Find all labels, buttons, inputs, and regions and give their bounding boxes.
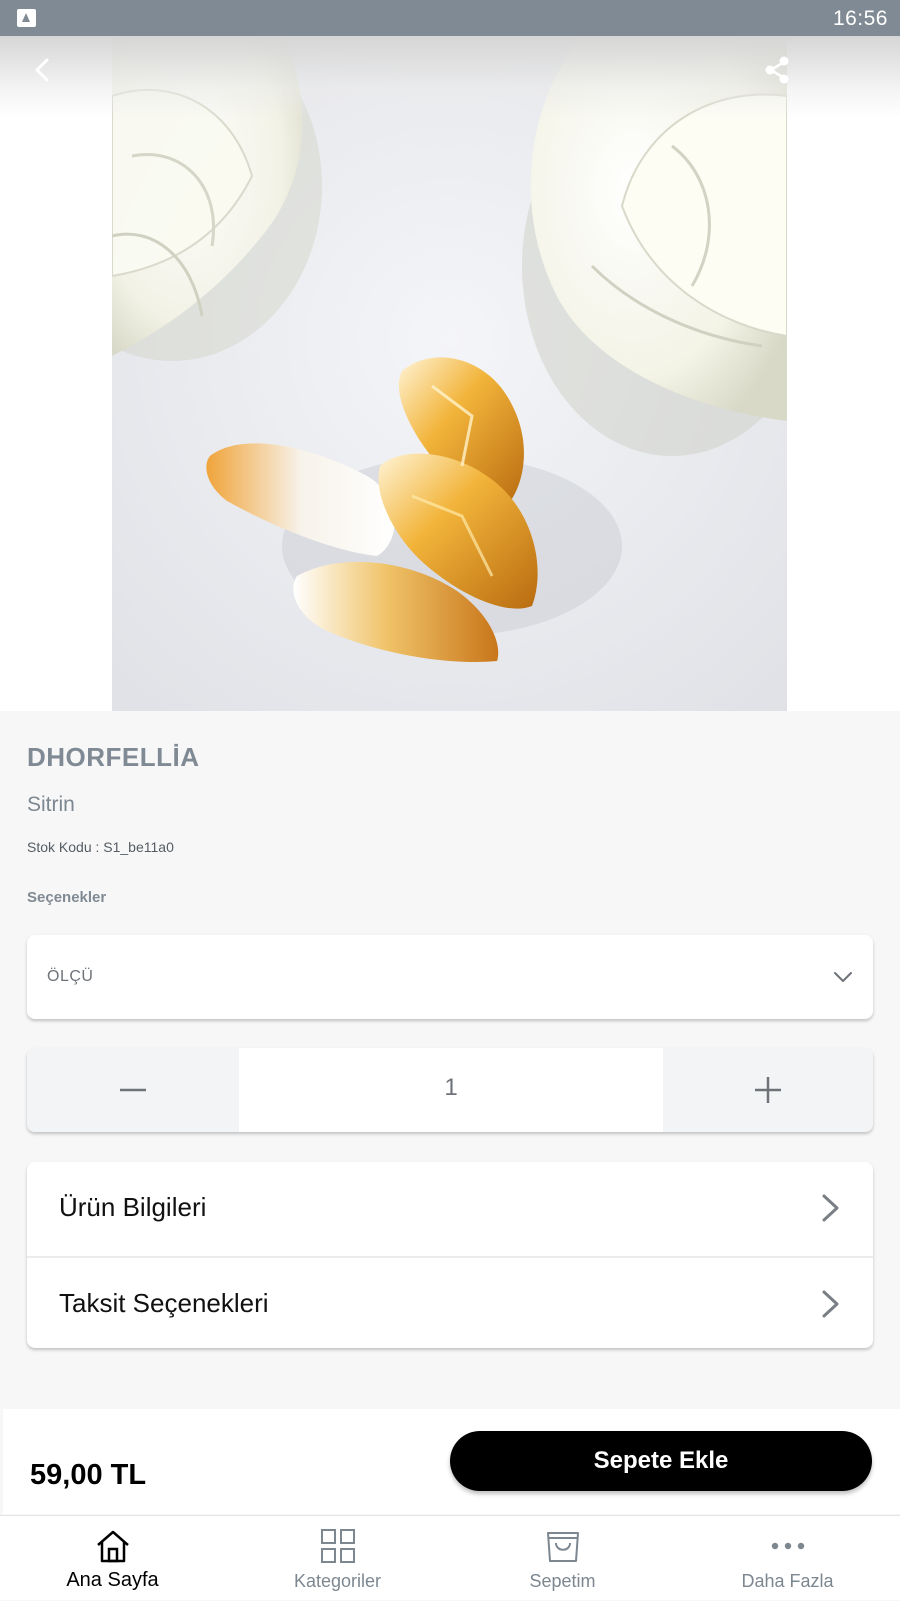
tab-more[interactable]: Daha Fazla bbox=[675, 1516, 900, 1601]
decrease-quantity-button[interactable] bbox=[27, 1048, 239, 1132]
product-info-row[interactable]: Ürün Bilgileri bbox=[27, 1162, 873, 1254]
tab-home[interactable]: Ana Sayfa bbox=[0, 1516, 225, 1601]
chevron-right-icon bbox=[822, 1290, 839, 1318]
product-photo[interactable] bbox=[112, 36, 787, 711]
more-icon bbox=[771, 1542, 804, 1550]
purchase-bar: 59,00 TL Sepete Ekle bbox=[3, 1409, 900, 1514]
installment-options-row[interactable]: Taksit Seçenekleri bbox=[27, 1256, 873, 1348]
tab-categories-label: Kategoriler bbox=[293, 1571, 382, 1591]
share-button[interactable] bbox=[757, 50, 797, 90]
price: 59,00 TL bbox=[30, 1459, 147, 1491]
home-icon bbox=[96, 1530, 129, 1563]
app-notification-icon bbox=[17, 9, 36, 27]
bag-icon bbox=[546, 1532, 579, 1562]
status-bar: 16:56 bbox=[0, 0, 900, 36]
product-info-label: Ürün Bilgileri bbox=[59, 1192, 207, 1222]
stock-code: Stok Kodu : S1_be11a0 bbox=[27, 839, 174, 855]
tab-categories[interactable]: Kategoriler bbox=[225, 1516, 450, 1601]
size-option-select[interactable]: ÖLÇÜ bbox=[27, 935, 873, 1019]
quantity-stepper: 1 bbox=[27, 1048, 873, 1132]
minus-icon bbox=[120, 1088, 146, 1092]
share-icon bbox=[765, 56, 789, 84]
chevron-right-icon bbox=[822, 1194, 839, 1222]
bottom-tab-bar: Ana Sayfa Kategoriler Sepetim Daha Fazla bbox=[0, 1515, 900, 1600]
add-to-cart-button[interactable]: Sepete Ekle bbox=[450, 1431, 872, 1491]
brand-name: DHORFELLİA bbox=[27, 742, 200, 772]
chevron-left-icon bbox=[35, 58, 49, 82]
quantity-value[interactable]: 1 bbox=[239, 1074, 663, 1102]
plus-icon bbox=[755, 1077, 781, 1103]
tab-cart-label: Sepetim bbox=[529, 1571, 596, 1591]
product-title: Sitrin bbox=[27, 793, 75, 816]
status-time: 16:56 bbox=[832, 7, 888, 30]
chevron-down-icon bbox=[834, 972, 852, 982]
tab-home-label: Ana Sayfa bbox=[66, 1569, 159, 1591]
installment-options-label: Taksit Seçenekleri bbox=[59, 1288, 269, 1318]
size-option-label: ÖLÇÜ bbox=[47, 968, 94, 985]
increase-quantity-button[interactable] bbox=[663, 1048, 873, 1132]
product-info-list: Ürün Bilgileri Taksit Seçenekleri bbox=[27, 1162, 873, 1348]
back-button[interactable] bbox=[22, 50, 62, 90]
tab-more-label: Daha Fazla bbox=[741, 1571, 834, 1591]
options-heading: Seçenekler bbox=[27, 889, 107, 906]
grid-icon bbox=[320, 1529, 355, 1563]
tab-cart[interactable]: Sepetim bbox=[450, 1516, 675, 1601]
product-image-area[interactable] bbox=[0, 36, 900, 711]
